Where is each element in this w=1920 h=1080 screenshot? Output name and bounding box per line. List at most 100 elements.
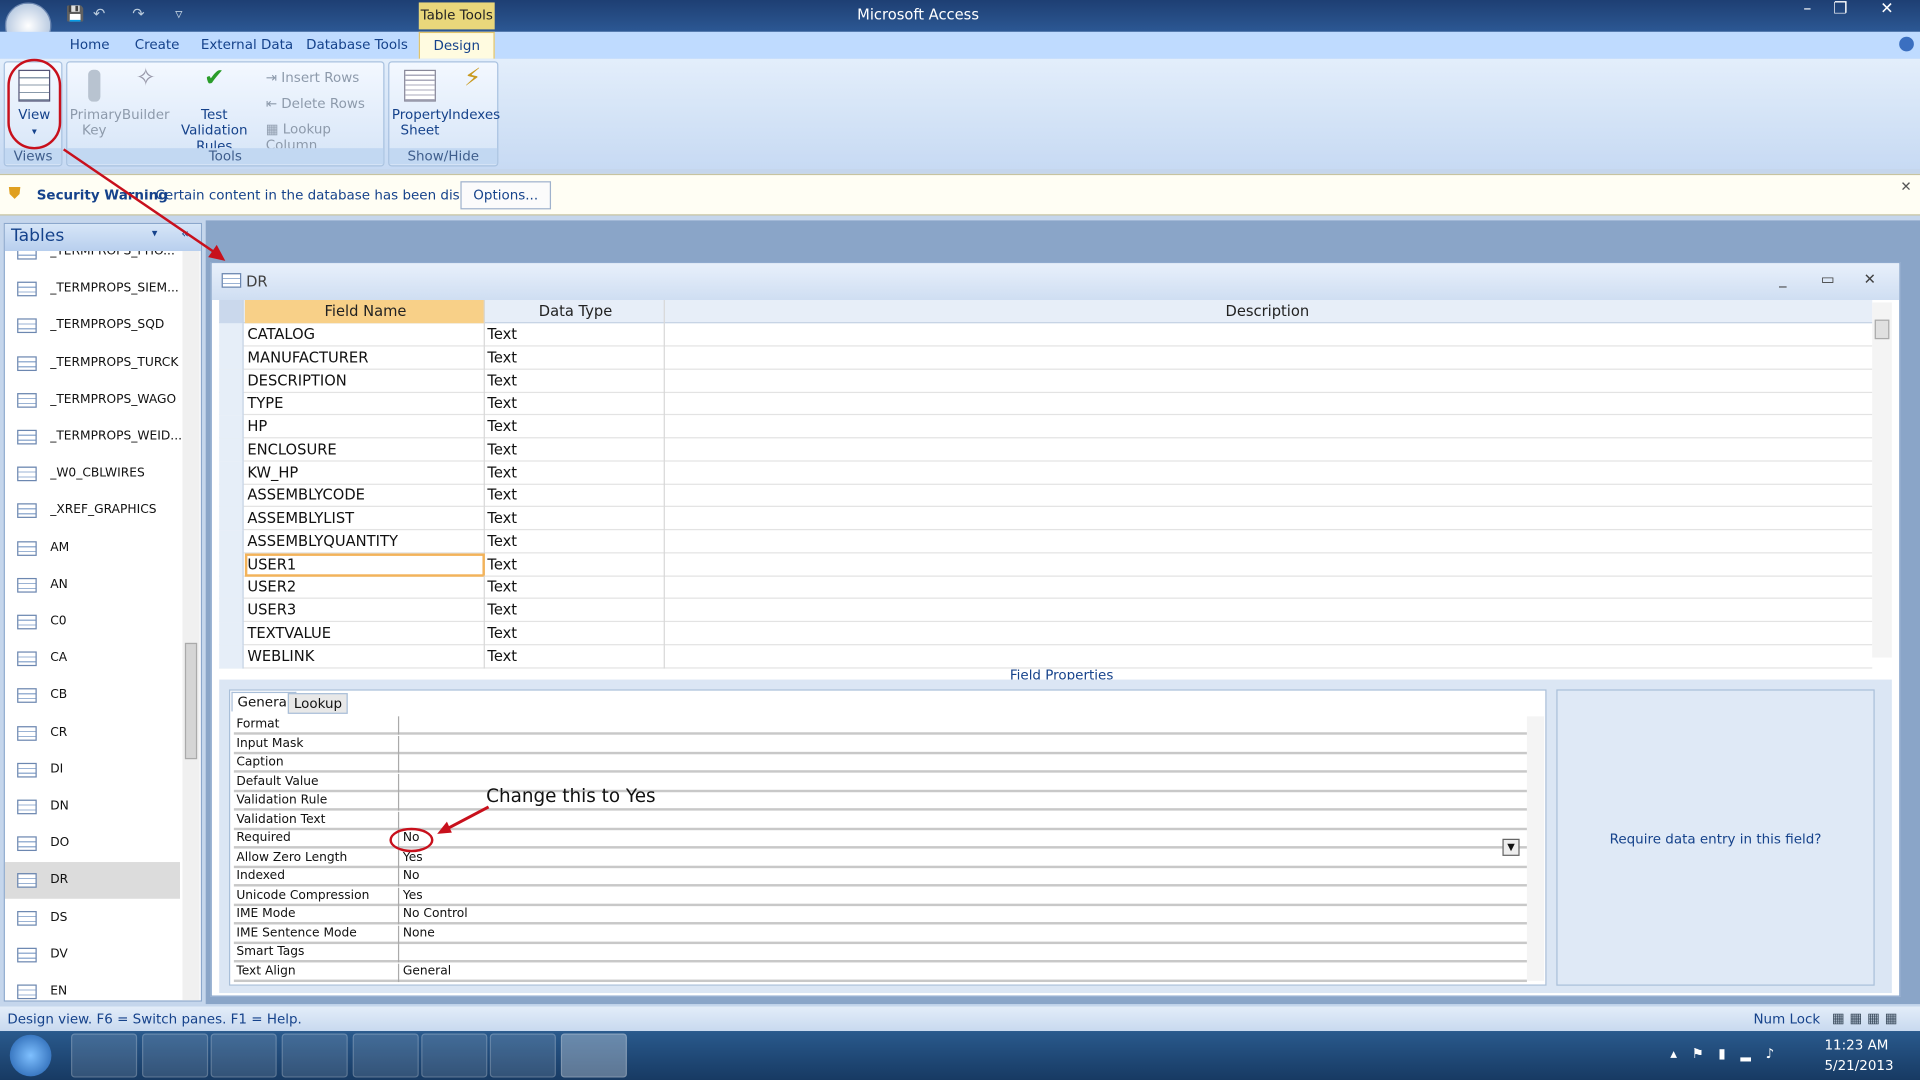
- data-type-cell[interactable]: Text: [485, 392, 665, 416]
- field-name-cell[interactable]: ASSEMBLYLIST: [245, 506, 485, 531]
- nav-item[interactable]: CA: [5, 641, 180, 678]
- delete-rows-button[interactable]: ⇤ Delete Rows: [266, 96, 365, 112]
- chart-app-icon[interactable]: [281, 1033, 348, 1078]
- data-type-cell[interactable]: Text: [485, 323, 665, 347]
- insert-rows-button[interactable]: ⇥ Insert Rows: [266, 70, 360, 86]
- view-switcher-icons[interactable]: ▦▦▦▦: [1832, 1010, 1903, 1026]
- autocad-icon[interactable]: [489, 1033, 556, 1078]
- row-selector[interactable]: [219, 529, 244, 554]
- row-selector[interactable]: [219, 461, 244, 485]
- field-name-cell[interactable]: KW_HP: [245, 461, 485, 485]
- help-icon[interactable]: [1899, 36, 1914, 52]
- field-name-cell[interactable]: DESCRIPTION: [245, 369, 485, 393]
- nav-item[interactable]: DS: [5, 900, 180, 937]
- property-row[interactable]: Input Mask: [233, 735, 1527, 754]
- access-taskbar-icon[interactable]: [560, 1033, 627, 1078]
- field-name-cell[interactable]: USER3: [245, 598, 485, 623]
- data-type-cell[interactable]: Text: [485, 346, 665, 370]
- property-value[interactable]: No Control: [403, 906, 468, 923]
- customize-qat-icon[interactable]: ▿: [175, 5, 182, 22]
- nav-item[interactable]: DN: [5, 789, 180, 826]
- property-row[interactable]: Validation Rule: [233, 792, 1527, 811]
- data-type-cell[interactable]: Text: [485, 438, 665, 462]
- file-explorer-icon[interactable]: [142, 1033, 209, 1078]
- table-row[interactable]: TYPE Text: [219, 392, 1873, 416]
- nav-item[interactable]: DV: [5, 936, 180, 973]
- data-type-cell[interactable]: Text: [485, 621, 665, 646]
- tab-database-tools[interactable]: Database Tools: [306, 37, 408, 53]
- clock-date[interactable]: 5/21/2013: [1824, 1058, 1893, 1074]
- property-value[interactable]: General: [403, 963, 451, 980]
- property-row[interactable]: IME Mode No Control: [233, 906, 1527, 925]
- indexes-button[interactable]: ⚡ Indexes: [448, 65, 500, 123]
- table-row[interactable]: DESCRIPTION Text: [219, 369, 1873, 393]
- close-bar-icon[interactable]: ✕: [1900, 179, 1911, 195]
- internet-explorer-icon[interactable]: [71, 1033, 138, 1078]
- field-name-cell[interactable]: MANUFACTURER: [245, 346, 485, 370]
- row-selector[interactable]: [219, 598, 244, 623]
- tab-home[interactable]: Home: [70, 37, 110, 53]
- property-row[interactable]: Smart Tags: [233, 944, 1527, 963]
- primary-key-button[interactable]: Primary Key: [70, 69, 122, 138]
- property-row[interactable]: Validation Text: [233, 811, 1527, 830]
- row-selector[interactable]: [219, 621, 244, 646]
- field-name-cell[interactable]: ASSEMBLYCODE: [245, 483, 485, 508]
- table-row[interactable]: ASSEMBLYLIST Text: [219, 506, 1873, 531]
- wireless-app-icon[interactable]: [352, 1033, 419, 1078]
- table-row[interactable]: HP Text: [219, 415, 1873, 439]
- redo-icon[interactable]: ↷: [132, 5, 144, 22]
- close-button[interactable]: ✕: [1870, 0, 1904, 24]
- nav-item[interactable]: _TERMPROPS_SIEM...: [5, 271, 180, 308]
- property-value[interactable]: None: [403, 925, 435, 942]
- table-row[interactable]: ASSEMBLYCODE Text: [219, 483, 1873, 508]
- property-sheet-button[interactable]: Property Sheet: [392, 69, 449, 138]
- restore-button[interactable]: ❐: [1823, 0, 1857, 24]
- child-minimize-button[interactable]: _: [1779, 271, 1786, 288]
- nav-item[interactable]: _TERMPROPS_SQD: [5, 308, 180, 345]
- options-button[interactable]: Options...: [460, 181, 552, 210]
- data-type-cell[interactable]: Text: [485, 369, 665, 393]
- field-name-cell[interactable]: ASSEMBLYQUANTITY: [245, 529, 485, 554]
- nav-item[interactable]: _TERMPROPS_WAGO: [5, 382, 180, 419]
- column-header-description[interactable]: Description: [665, 300, 1870, 323]
- data-type-cell[interactable]: Text: [485, 415, 665, 439]
- table-row[interactable]: MANUFACTURER Text: [219, 346, 1873, 370]
- property-value[interactable]: No: [403, 868, 420, 885]
- data-type-cell[interactable]: Text: [485, 529, 665, 554]
- column-header-data-type[interactable]: Data Type: [485, 300, 665, 324]
- row-selector[interactable]: [219, 575, 244, 600]
- undo-icon[interactable]: ↶: [93, 5, 105, 22]
- tab-create[interactable]: Create: [135, 37, 180, 53]
- field-name-cell[interactable]: ENCLOSURE: [245, 438, 485, 462]
- tab-lookup[interactable]: Lookup: [287, 693, 349, 714]
- nav-item[interactable]: AN: [5, 567, 180, 604]
- table-row[interactable]: ENCLOSURE Text: [219, 438, 1873, 462]
- grid-scrollbar[interactable]: [1872, 302, 1892, 658]
- table-row[interactable]: CATALOG Text: [219, 323, 1873, 347]
- nav-scrollbar[interactable]: [182, 251, 200, 1001]
- child-maximize-button[interactable]: ▭: [1821, 271, 1835, 288]
- required-dropdown-button[interactable]: ▼: [1502, 838, 1520, 856]
- nav-item[interactable]: CR: [5, 715, 180, 752]
- media-player-icon[interactable]: [210, 1033, 277, 1078]
- nav-item[interactable]: _W0_CBLWIRES: [5, 456, 180, 493]
- nav-item[interactable]: _TERMPROPS_TURCK: [5, 345, 180, 382]
- properties-scrollbar[interactable]: [1526, 716, 1545, 981]
- field-name-cell[interactable]: USER2: [245, 575, 485, 600]
- field-name-cell[interactable]: CATALOG: [245, 323, 485, 347]
- property-row[interactable]: Text Align General: [233, 963, 1527, 982]
- table-row[interactable]: ASSEMBLYQUANTITY Text: [219, 529, 1873, 554]
- builder-button[interactable]: ✧ Builder: [121, 65, 170, 123]
- nav-item[interactable]: AM: [5, 530, 180, 567]
- table-row[interactable]: TEXTVALUE Text: [219, 621, 1873, 646]
- row-selector[interactable]: [219, 552, 244, 577]
- row-selector[interactable]: [219, 483, 244, 508]
- nav-item[interactable]: _XREF_GRAPHICS: [5, 493, 180, 530]
- table-row[interactable]: USER2 Text: [219, 575, 1873, 600]
- data-type-cell[interactable]: Text: [485, 575, 665, 600]
- data-type-cell[interactable]: Text: [485, 552, 665, 577]
- row-selector[interactable]: [219, 323, 244, 347]
- row-selector[interactable]: [219, 438, 244, 462]
- property-value[interactable]: Yes: [403, 887, 423, 904]
- row-selector[interactable]: [219, 346, 244, 370]
